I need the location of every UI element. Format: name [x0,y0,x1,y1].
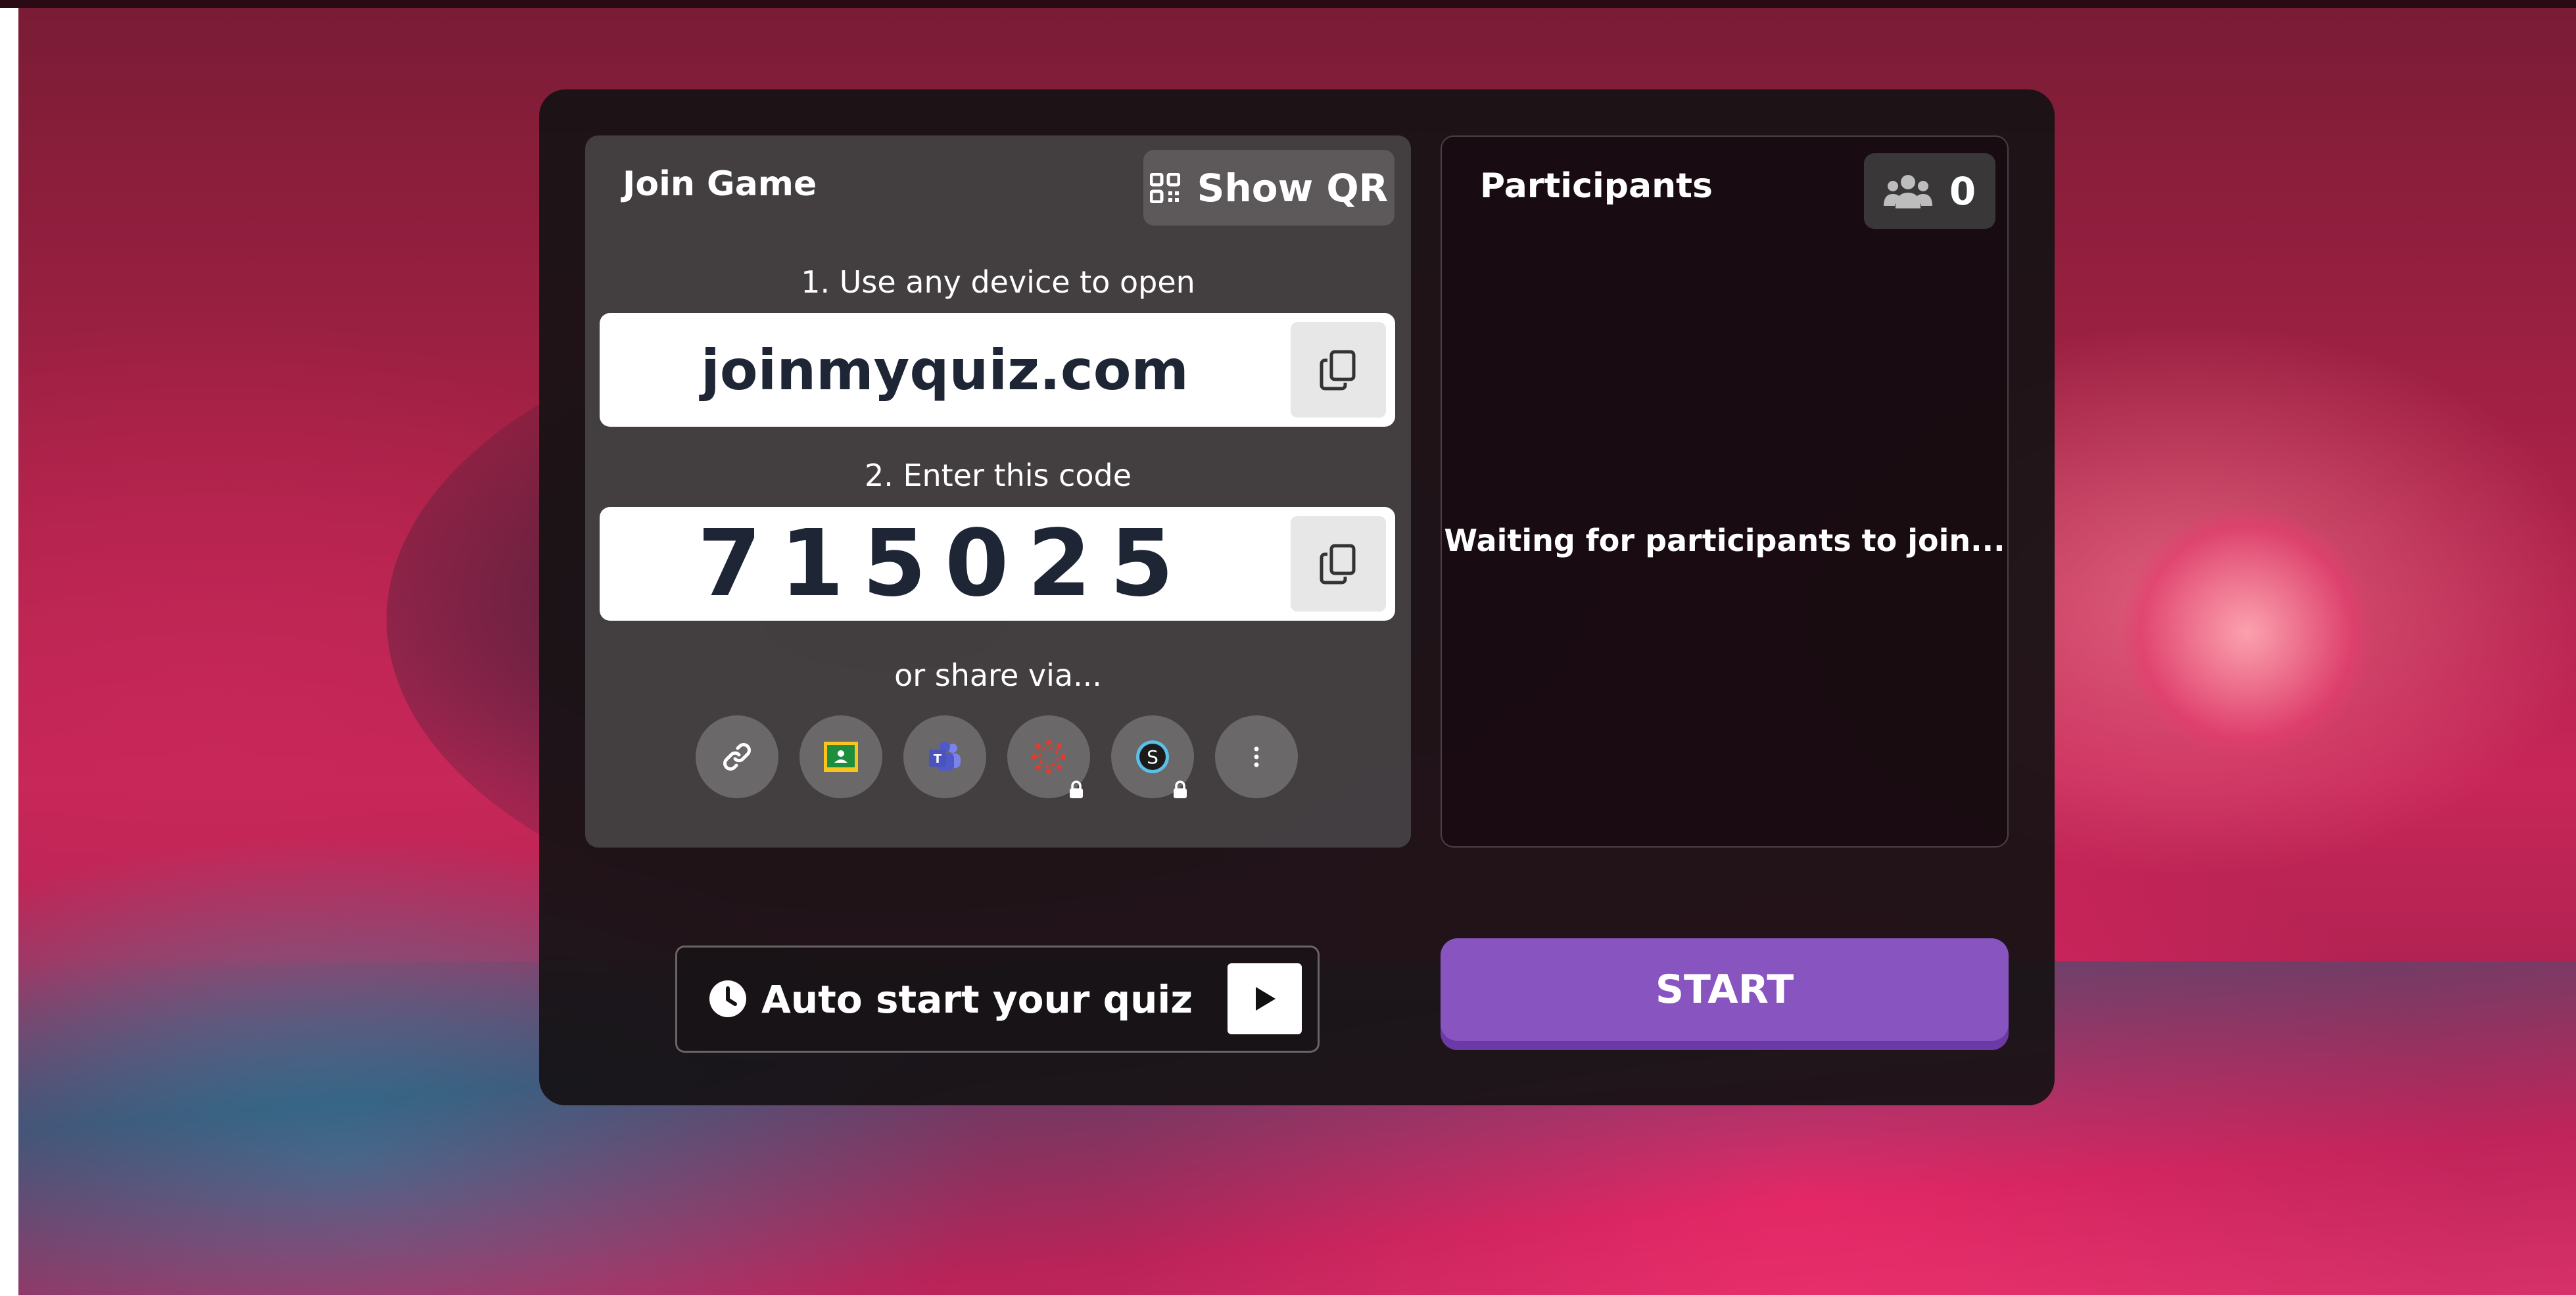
join-url: joinmyquiz.com [701,337,1189,402]
schoology-icon: S [1136,740,1169,773]
auto-start-control[interactable]: Auto start your quiz [675,946,1320,1053]
step-2-label: 2. Enter this code [864,458,1132,493]
share-canvas-button[interactable] [1007,715,1090,798]
auto-start-play-button[interactable] [1228,963,1302,1034]
play-icon [1255,987,1276,1011]
participant-count: 0 [1949,168,1976,214]
join-url-box: joinmyquiz.com [600,313,1395,427]
share-microsoft-teams-button[interactable]: T [903,715,986,798]
copy-code-button[interactable] [1291,516,1386,612]
join-game-title: Join Game [623,164,817,204]
svg-text:T: T [934,752,942,766]
join-code: 715025 [697,510,1193,617]
copy-icon [1320,350,1355,390]
clock-icon [709,980,746,1017]
lock-icon [1174,780,1187,798]
show-qr-label: Show QR [1197,165,1389,210]
share-link-button[interactable] [696,715,778,798]
auto-start-label: Auto start your quiz [761,976,1193,1022]
show-qr-button[interactable]: Show QR [1143,150,1395,226]
share-schoology-button[interactable]: S [1111,715,1194,798]
more-icon [1254,746,1259,767]
copy-icon [1320,544,1355,584]
microsoft-teams-icon: T [929,742,961,771]
share-more-button[interactable] [1215,715,1298,798]
share-options: T S [696,715,1298,798]
svg-text:S: S [1147,746,1158,768]
lock-icon [1070,780,1083,798]
join-code-box: 715025 [600,507,1395,621]
share-via-label: or share via... [894,658,1102,693]
qr-code-icon [1149,172,1180,203]
canvas-icon [1032,740,1066,774]
copy-url-button[interactable] [1291,322,1386,418]
participants-title: Participants [1480,166,1713,206]
google-classroom-icon [824,742,858,772]
top-edge [0,0,2576,8]
participants-panel [1441,135,2009,848]
step-1-label: 1. Use any device to open [801,264,1195,300]
link-icon [723,743,751,771]
users-icon [1883,174,1932,208]
waiting-message: Waiting for participants to join... [1444,523,2005,558]
background-sun [2122,508,2372,757]
participant-count-badge: 0 [1864,153,1995,229]
start-button[interactable]: START [1441,938,2009,1050]
share-google-classroom-button[interactable] [799,715,882,798]
